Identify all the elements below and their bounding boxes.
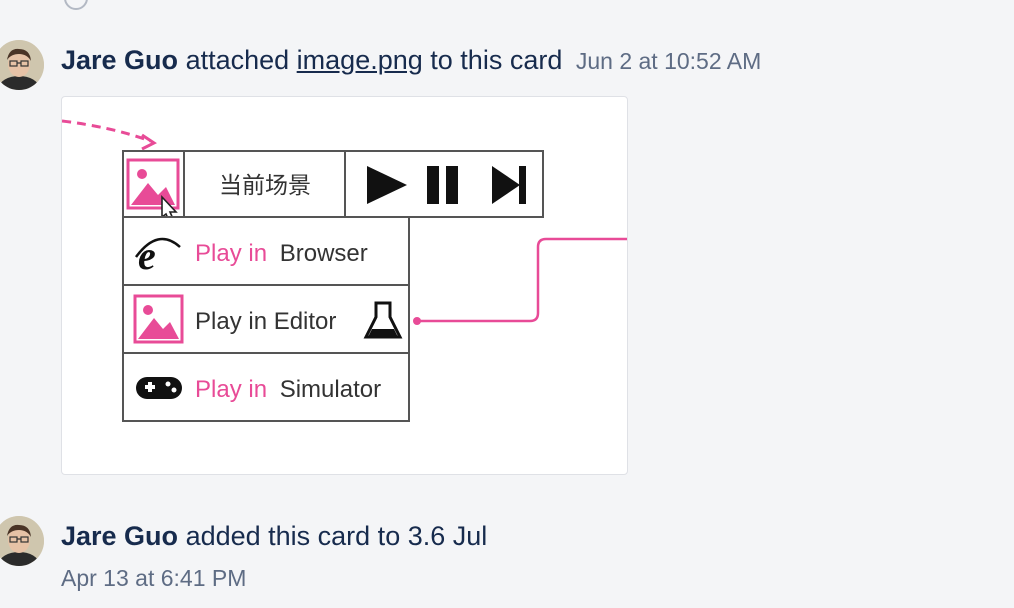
arrow-head-icon	[141, 133, 157, 151]
avatar[interactable]	[0, 40, 44, 90]
activity-verb: attached	[185, 45, 290, 75]
activity-verb: added this card to 3.6 Jul	[185, 521, 488, 551]
menu-item-label: Play in Browser	[195, 240, 368, 267]
menu-item-label: Play in Editor	[195, 308, 336, 335]
svg-text:e: e	[138, 233, 156, 278]
scene-label: 当前场景	[219, 172, 311, 198]
activity-author[interactable]: Jare Guo	[61, 521, 178, 551]
menu-item-label: Play in Simulator	[195, 376, 381, 403]
activity-attached: Jare Guo attached image.png to this card…	[61, 44, 761, 77]
activity-timestamp[interactable]: Apr 13 at 6:41 PM	[61, 562, 246, 594]
dashed-arrow	[62, 119, 151, 143]
avatar[interactable]	[0, 516, 44, 566]
connector-line	[417, 237, 627, 323]
activity-timestamp[interactable]: Jun 2 at 10:52 AM	[576, 48, 761, 74]
gamepad-icon	[136, 377, 182, 399]
activity-added: Jare Guo added this card to 3.6 Jul	[61, 520, 487, 552]
attachment-preview[interactable]: 当前场景 e Play in Browser Play in Editor Pl…	[61, 96, 628, 475]
activity-author[interactable]: Jare Guo	[61, 45, 178, 75]
clock-icon	[64, 0, 88, 10]
card-activity-panel: Jare Guo attached image.png to this card…	[0, 0, 1014, 608]
activity-suffix: to this card	[430, 45, 563, 75]
scene-toolbar	[122, 150, 544, 218]
attachment-link[interactable]: image.png	[297, 45, 423, 75]
